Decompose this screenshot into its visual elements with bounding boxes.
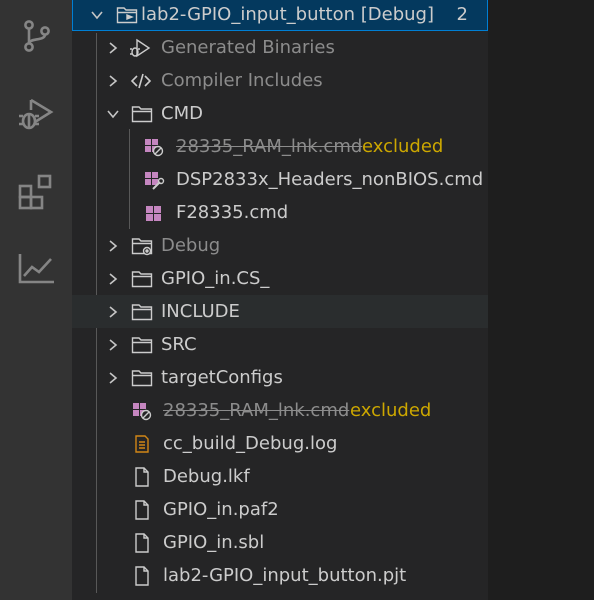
editor-area bbox=[488, 0, 594, 600]
chevron-right-icon bbox=[105, 304, 121, 320]
log-file-icon bbox=[131, 433, 153, 455]
chart-icon[interactable] bbox=[17, 248, 57, 288]
tree-item-gpio-paf2[interactable]: GPIO_in.paf2 bbox=[72, 493, 488, 526]
chevron-right-icon bbox=[105, 370, 121, 386]
file-icon bbox=[131, 466, 153, 488]
tree-item-label: SRC bbox=[161, 334, 197, 355]
tree-item-project[interactable]: lab2-GPIO_input_button [Debug] 2 bbox=[72, 0, 488, 31]
project-folder-icon bbox=[116, 4, 138, 26]
chevron-down-icon bbox=[89, 7, 105, 23]
tree-item-f28335-cmd[interactable]: F28335.cmd bbox=[72, 196, 488, 229]
chevron-right-icon bbox=[105, 238, 121, 254]
excluded-decoration: excluded bbox=[362, 136, 444, 157]
tree-item-ram-lnk-cmd[interactable]: 28335_RAM_lnk.cmd excluded bbox=[72, 130, 488, 163]
activity-bar bbox=[0, 0, 72, 600]
extensions-icon[interactable] bbox=[17, 172, 57, 212]
tree-item-debug[interactable]: Debug bbox=[72, 229, 488, 262]
cmd-excluded-icon bbox=[131, 400, 153, 422]
folder-icon bbox=[131, 334, 153, 356]
chevron-down-icon bbox=[105, 106, 121, 122]
tree-item-label: INCLUDE bbox=[161, 301, 240, 322]
tree-item-label: DSP2833x_Headers_nonBIOS.cmd bbox=[176, 169, 484, 190]
tree-item-gpio-sbl[interactable]: GPIO_in.sbl bbox=[72, 526, 488, 559]
tree-item-project-pjt[interactable]: lab2-GPIO_input_button.pjt bbox=[72, 559, 488, 592]
cmd-linked-icon bbox=[143, 169, 165, 191]
tree-item-include[interactable]: INCLUDE bbox=[72, 295, 488, 328]
tree-item-label: lab2-GPIO_input_button.pjt bbox=[163, 565, 407, 586]
chevron-right-icon bbox=[105, 40, 121, 56]
file-icon bbox=[131, 532, 153, 554]
tree-item-dsp-headers-cmd[interactable]: DSP2833x_Headers_nonBIOS.cmd bbox=[72, 163, 488, 196]
chevron-right-icon bbox=[105, 271, 121, 287]
tree-item-label: CMD bbox=[161, 103, 203, 124]
tree-item-label: F28335.cmd bbox=[176, 202, 289, 223]
folder-open-icon bbox=[131, 103, 153, 125]
tree-item-src[interactable]: SRC bbox=[72, 328, 488, 361]
file-icon bbox=[131, 565, 153, 587]
cmd-excluded-icon bbox=[143, 136, 165, 158]
excluded-decoration: excluded bbox=[350, 400, 432, 421]
tree-item-label: Generated Binaries bbox=[161, 37, 335, 58]
tree-item-label: GPIO_in.paf2 bbox=[163, 499, 279, 520]
project-label: lab2-GPIO_input_button [Debug] bbox=[141, 4, 434, 25]
tree-item-label: GPIO_in.CS_ bbox=[161, 268, 270, 289]
tree-item-build-log[interactable]: cc_build_Debug.log bbox=[72, 427, 488, 460]
file-icon bbox=[131, 499, 153, 521]
cmd-file-icon bbox=[143, 202, 165, 224]
tree-item-label: 28335_RAM_lnk.cmd bbox=[163, 400, 350, 421]
folder-gear-icon bbox=[131, 235, 153, 257]
chevron-right-icon bbox=[105, 337, 121, 353]
tree-item-label: Debug.lkf bbox=[163, 466, 250, 487]
folder-icon bbox=[131, 367, 153, 389]
tree-item-ram-lnk-cmd-root[interactable]: 28335_RAM_lnk.cmd excluded bbox=[72, 394, 488, 427]
code-brackets-icon bbox=[130, 70, 152, 92]
binaries-icon bbox=[129, 37, 151, 59]
tree-item-cmd[interactable]: CMD bbox=[72, 97, 488, 130]
explorer-tree: lab2-GPIO_input_button [Debug] 2 Generat… bbox=[72, 0, 488, 600]
tree-item-label: 28335_RAM_lnk.cmd bbox=[176, 136, 363, 157]
tree-item-compiler-includes[interactable]: Compiler Includes bbox=[72, 64, 488, 97]
tree-item-label: GPIO_in.sbl bbox=[163, 532, 265, 553]
folder-icon bbox=[131, 268, 153, 290]
tree-item-debug-lkf[interactable]: Debug.lkf bbox=[72, 460, 488, 493]
source-control-icon[interactable] bbox=[17, 16, 57, 56]
tree-item-label: cc_build_Debug.log bbox=[163, 433, 338, 454]
tree-item-label: targetConfigs bbox=[161, 367, 283, 388]
chevron-right-icon bbox=[105, 73, 121, 89]
run-debug-icon[interactable] bbox=[17, 94, 57, 134]
tree-item-generated-binaries[interactable]: Generated Binaries bbox=[72, 31, 488, 64]
tree-item-label: Debug bbox=[161, 235, 221, 256]
tree-item-label: Compiler Includes bbox=[161, 70, 323, 91]
tree-item-target-configs[interactable]: targetConfigs bbox=[72, 361, 488, 394]
folder-icon bbox=[131, 301, 153, 323]
tree-item-gpio-cs[interactable]: GPIO_in.CS_ bbox=[72, 262, 488, 295]
problem-count-badge: 2 bbox=[456, 4, 468, 25]
